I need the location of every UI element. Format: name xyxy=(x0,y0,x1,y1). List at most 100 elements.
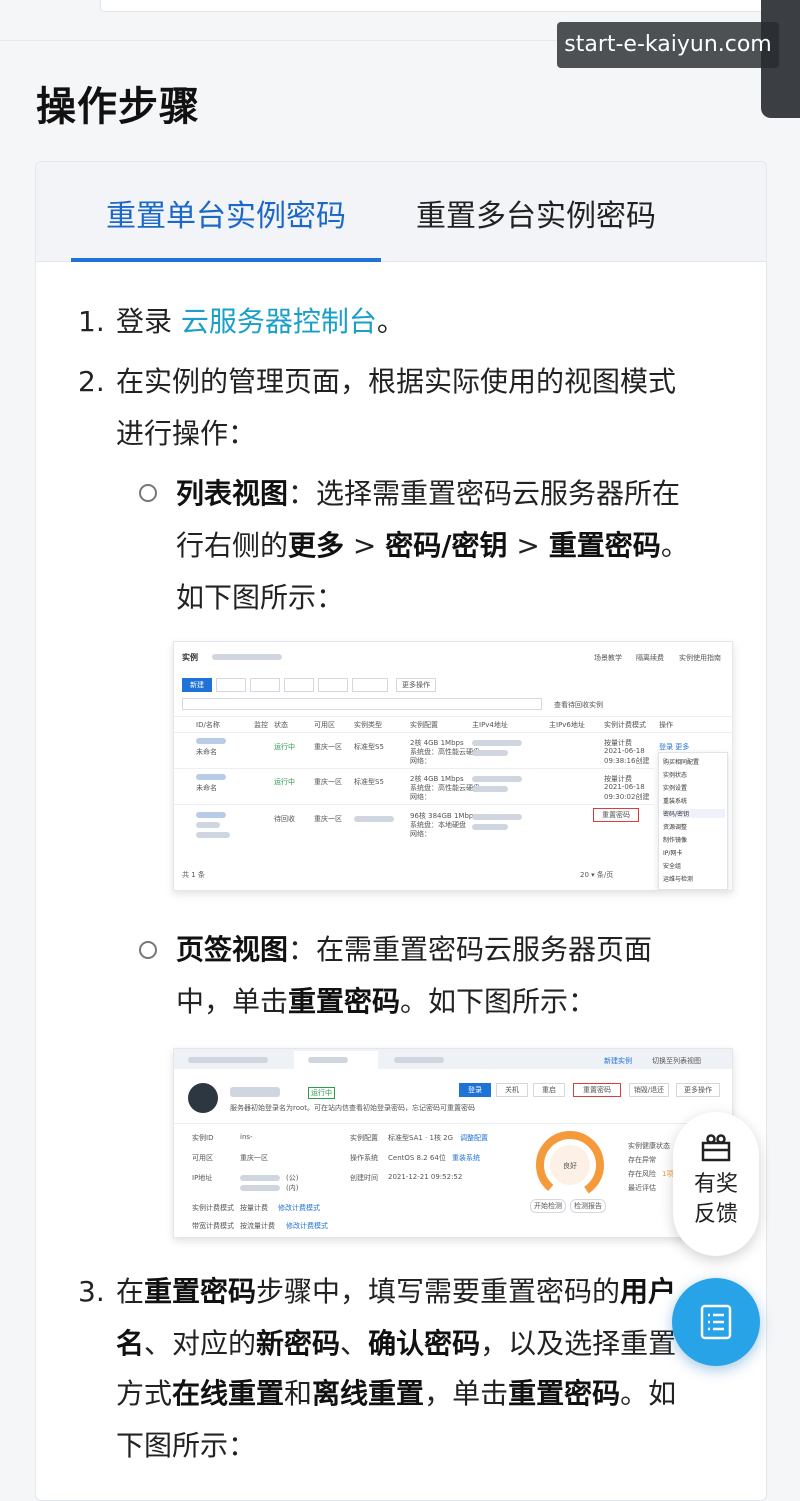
sep: > xyxy=(344,529,386,562)
step-3-line-4: 下图所示： xyxy=(116,1429,257,1462)
status: 运行中 xyxy=(274,778,295,786)
col-header: 实例计费模式 xyxy=(604,721,646,729)
bold-more: 更多 xyxy=(288,529,345,562)
bold: 用户 xyxy=(620,1275,677,1308)
text: 、对应的 xyxy=(144,1327,257,1360)
document-list-button[interactable] xyxy=(672,1278,760,1366)
bold: 名 xyxy=(116,1327,145,1360)
ip xyxy=(472,814,522,820)
reward-line-1: 有奖 xyxy=(693,1172,738,1197)
tab-reset-single[interactable]: 重置单台实例密码 xyxy=(106,162,346,262)
field-value: 标准型SA1 · 1核 2G xyxy=(388,1134,454,1142)
menu-item: IP/网卡 xyxy=(663,850,683,857)
step-number: 3. xyxy=(78,1275,105,1308)
tab-bar: 重置单台实例密码 重置多台实例密码 xyxy=(36,162,766,262)
menu-item: 重装系统 xyxy=(663,798,688,805)
report-button: 检测报告 xyxy=(570,1199,606,1213)
health-row: 最近评估 xyxy=(628,1184,656,1192)
footer-page-size: 20 ▾ 条/页 xyxy=(580,871,614,879)
reward-label: 有奖 反馈 xyxy=(673,1170,759,1230)
divider xyxy=(174,732,732,733)
type xyxy=(354,816,394,822)
gift-icon xyxy=(701,1134,731,1162)
text: 。如 xyxy=(620,1377,677,1410)
list-view-screenshot: 实例 场景教学 隔离续费 实例使用指南 新建 更多操作 查看待回收实例 ID/名… xyxy=(173,641,733,891)
instance-name xyxy=(196,822,220,828)
date: 2021-06-18 xyxy=(604,783,645,791)
change-billing-link: 修改计费模式 xyxy=(278,1204,320,1212)
console-link[interactable]: 云服务器控制台 xyxy=(181,305,377,338)
footer-count: 共 1 条 xyxy=(182,871,205,879)
text: ，单击 xyxy=(424,1377,509,1410)
hint-text: 服务器初始登录名为root。可在站内信查看初始登录密码，忘记密码可重置密码 xyxy=(230,1104,476,1112)
list-view-line-1: 列表视图：选择需重置密码云服务器所在 xyxy=(176,474,680,514)
col-header: 主IPv6地址 xyxy=(549,721,585,729)
bold: 重置密码 xyxy=(508,1377,621,1410)
top-link: 隔离续费 xyxy=(636,654,664,662)
divider xyxy=(174,804,654,805)
tab-view-title: 页签视图 xyxy=(176,933,289,966)
field-value: 重庆一区 xyxy=(240,1154,268,1162)
field-value: ins- xyxy=(240,1133,253,1141)
field-label: 创建时间 xyxy=(350,1174,378,1182)
health-row: 存在异常 xyxy=(628,1156,656,1164)
zone: 重庆一区 xyxy=(314,743,342,751)
step-number: 2. xyxy=(78,365,105,398)
menu-item: 安全组 xyxy=(663,863,682,870)
status-badge: 运行中 xyxy=(308,1087,335,1099)
col-header: 状态 xyxy=(274,721,288,729)
ip xyxy=(240,1185,280,1191)
text: 步骤中，填写需要重置密码的 xyxy=(256,1275,621,1308)
ops: 登录 更多 xyxy=(659,743,690,751)
health-row: 存在风险 xyxy=(628,1170,656,1178)
col-header: 操作 xyxy=(659,721,673,729)
new-instance-link: 新建实例 xyxy=(604,1057,632,1065)
ip xyxy=(472,786,508,792)
active-tab-indicator xyxy=(71,258,381,262)
step-3-line-1: 在重置密码步骤中，填写需要重置密码的用户 xyxy=(116,1272,676,1312)
divider xyxy=(174,1123,732,1124)
menu-item: 实例状态 xyxy=(663,772,688,779)
text: 行右侧的 xyxy=(176,529,289,562)
bullet-circle xyxy=(139,941,157,959)
shot-title: 实例 xyxy=(182,653,198,662)
toolbar-button xyxy=(318,678,348,692)
field-label: 实例ID xyxy=(192,1134,214,1142)
field-label: 可用区 xyxy=(192,1154,213,1162)
bold: 在线重置 xyxy=(172,1377,285,1410)
field-value: 按量计费 xyxy=(240,1204,268,1212)
cfg: 网络： xyxy=(410,793,431,801)
tab-view-text: ：在需重置密码云服务器页面 xyxy=(288,933,653,966)
step-2-line-2: 进行操作： xyxy=(116,417,257,450)
top-link: 实例使用指南 xyxy=(679,654,721,662)
instance-name xyxy=(230,1087,280,1097)
zone: 重庆一区 xyxy=(314,815,342,823)
reinstall-link: 重装系统 xyxy=(452,1154,480,1162)
col-header: 监控 xyxy=(254,721,268,729)
list-view-text: ：选择需重置密码云服务器所在 xyxy=(288,477,681,510)
cfg: 网络： xyxy=(410,830,431,838)
toolbar-button xyxy=(284,678,314,692)
list-view-title: 列表视图 xyxy=(176,477,289,510)
sep: > xyxy=(507,529,549,562)
feedback-reward-button[interactable]: 有奖 反馈 xyxy=(673,1112,759,1256)
col-header: 实例配置 xyxy=(410,721,438,729)
field-value: (内) xyxy=(286,1184,299,1192)
menu-item: 资源调整 xyxy=(663,824,688,831)
reset-password-button: 重置密码 xyxy=(573,1083,621,1097)
instance-name xyxy=(196,832,230,838)
menu-item: 实例设置 xyxy=(663,785,688,792)
destroy-button: 销毁/退还 xyxy=(629,1083,669,1097)
change-bw-link: 修改计费模式 xyxy=(286,1222,328,1230)
shutdown-button: 关机 xyxy=(496,1083,528,1097)
list-view-line-2: 行右侧的更多 > 密码/密钥 > 重置密码。 xyxy=(176,526,689,566)
status: 待回收 xyxy=(274,815,295,823)
col-header: 实例类型 xyxy=(354,721,382,729)
ip xyxy=(472,776,522,782)
tab-view-screenshot: 新建实例 切换至列表视图 运行中 服务器初始登录名为root。可在站内信查看初始… xyxy=(173,1048,733,1238)
text: 在 xyxy=(116,1275,145,1308)
tab-view-line-2: 中，单击重置密码。如下图所示： xyxy=(176,982,596,1022)
tab-reset-multiple[interactable]: 重置多台实例密码 xyxy=(416,162,656,262)
instance-name: 未命名 xyxy=(196,784,217,792)
bold: 新密码 xyxy=(256,1327,341,1360)
